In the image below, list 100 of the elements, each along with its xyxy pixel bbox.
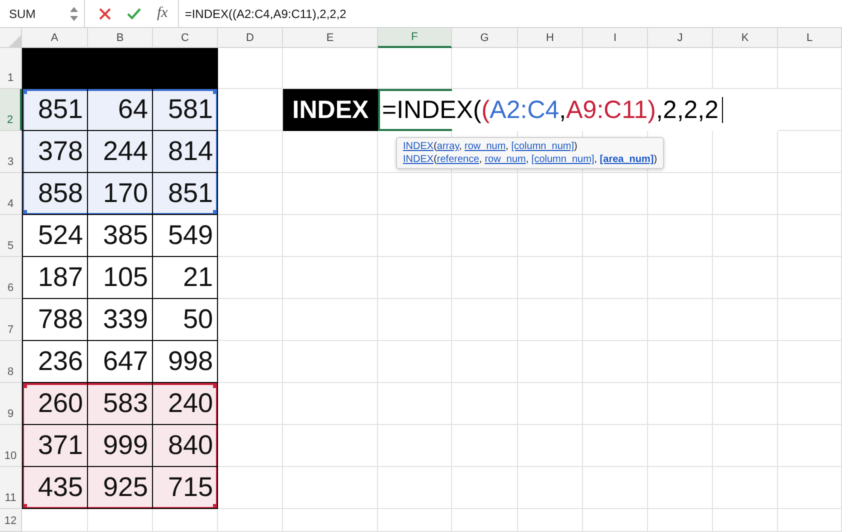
empty-cell <box>648 383 713 425</box>
enter-button[interactable] <box>127 8 141 20</box>
row-header[interactable]: 9 <box>0 383 22 425</box>
empty-cell <box>778 173 842 215</box>
tooltip-link[interactable]: [column_num] <box>511 141 574 152</box>
empty-cell <box>778 215 842 257</box>
empty-cell <box>452 173 518 215</box>
empty-cell <box>648 299 713 341</box>
empty-cell <box>778 299 842 341</box>
column-header[interactable]: L <box>778 28 842 48</box>
row-header[interactable]: 1 <box>0 48 22 89</box>
column-header[interactable]: B <box>88 28 153 48</box>
table-cell: 851 <box>153 173 218 215</box>
empty-cell <box>218 215 283 257</box>
tooltip-link[interactable]: [area_num] <box>600 154 654 165</box>
table-cell: 788 <box>22 299 88 341</box>
empty-cell <box>778 467 842 509</box>
tooltip-link[interactable]: array <box>436 141 459 152</box>
tooltip-link[interactable]: [column_num] <box>531 154 594 165</box>
text-cursor <box>722 97 723 123</box>
insert-function-button[interactable]: fx <box>157 5 168 22</box>
row-header[interactable]: 4 <box>0 173 22 215</box>
row-header[interactable]: 2 <box>0 89 22 131</box>
column-header[interactable]: A <box>22 28 88 48</box>
empty-cell <box>218 509 283 532</box>
empty-cell <box>218 131 283 173</box>
empty-cell <box>648 425 713 467</box>
column-header[interactable]: F <box>378 28 452 48</box>
column-header[interactable]: D <box>218 28 283 48</box>
column-header[interactable]: J <box>648 28 713 48</box>
empty-cell <box>648 257 713 299</box>
formula-text: =INDEX((A2:C4,A9:C11),2,2,2 <box>382 96 719 124</box>
table-cell: 50 <box>153 299 218 341</box>
empty-cell <box>713 257 778 299</box>
table-cell: 187 <box>22 257 88 299</box>
empty-cell <box>452 425 518 467</box>
name-box[interactable]: SUM <box>0 0 85 27</box>
tooltip-link[interactable]: reference <box>436 154 480 165</box>
table-cell: 240 <box>153 383 218 425</box>
row-header[interactable]: 5 <box>0 215 22 257</box>
tooltip-link[interactable]: row_num <box>464 141 506 152</box>
table-cell: 105 <box>88 257 153 299</box>
empty-cell <box>452 299 518 341</box>
row-header[interactable]: 12 <box>0 509 22 532</box>
table-cell: 647 <box>88 341 153 383</box>
empty-cell <box>713 467 778 509</box>
table-cell: 260 <box>22 383 88 425</box>
row-header[interactable]: 11 <box>0 467 22 509</box>
row-header[interactable]: 8 <box>0 341 22 383</box>
empty-cell <box>452 383 518 425</box>
table-cell: 236 <box>22 341 88 383</box>
row-header[interactable]: 10 <box>0 425 22 467</box>
cancel-button[interactable] <box>99 8 111 20</box>
formula-field[interactable]: =INDEX((A2:C4,A9:C11),2,2,2 <box>178 0 842 27</box>
empty-cell <box>218 299 283 341</box>
empty-cell <box>452 257 518 299</box>
column-header[interactable]: K <box>713 28 778 48</box>
column-header[interactable]: E <box>283 28 378 48</box>
empty-cell <box>713 509 778 532</box>
empty-cell <box>648 173 713 215</box>
table-cell: 244 <box>88 131 153 173</box>
row-header[interactable]: 3 <box>0 131 22 173</box>
table-cell: 581 <box>153 89 218 131</box>
empty-cell <box>778 425 842 467</box>
column-header[interactable]: C <box>153 28 218 48</box>
empty-cell <box>218 383 283 425</box>
table-cell: 715 <box>153 467 218 509</box>
table-cell: 371 <box>22 425 88 467</box>
empty-cell <box>713 215 778 257</box>
table-cell: 64 <box>88 89 153 131</box>
empty-cell <box>518 467 583 509</box>
column-header[interactable]: H <box>518 28 583 48</box>
empty-cell <box>452 467 518 509</box>
empty-cell <box>583 341 648 383</box>
empty-cell <box>452 509 518 532</box>
column-header[interactable]: I <box>583 28 648 48</box>
empty-cell <box>778 509 842 532</box>
row-header[interactable]: 7 <box>0 299 22 341</box>
tooltip-link[interactable]: INDEX <box>403 154 434 165</box>
table-cell: 858 <box>22 173 88 215</box>
empty-cell <box>778 131 842 173</box>
tooltip-link[interactable]: row_num <box>484 154 526 165</box>
empty-cell <box>518 425 583 467</box>
table-cell: 583 <box>88 383 153 425</box>
empty-cell <box>583 257 648 299</box>
empty-cell <box>713 383 778 425</box>
empty-cell <box>218 467 283 509</box>
empty-cell <box>153 509 218 532</box>
empty-cell <box>218 341 283 383</box>
tooltip-link[interactable]: INDEX <box>403 141 434 152</box>
table-cell: 339 <box>88 299 153 341</box>
empty-cell <box>452 215 518 257</box>
empty-cell <box>713 425 778 467</box>
empty-cell <box>518 215 583 257</box>
stepper-icon[interactable] <box>70 6 78 22</box>
row-header[interactable]: 6 <box>0 257 22 299</box>
column-header[interactable]: G <box>452 28 518 48</box>
empty-cell <box>583 425 648 467</box>
empty-cell <box>583 299 648 341</box>
label-cell: INDEX <box>283 89 378 131</box>
